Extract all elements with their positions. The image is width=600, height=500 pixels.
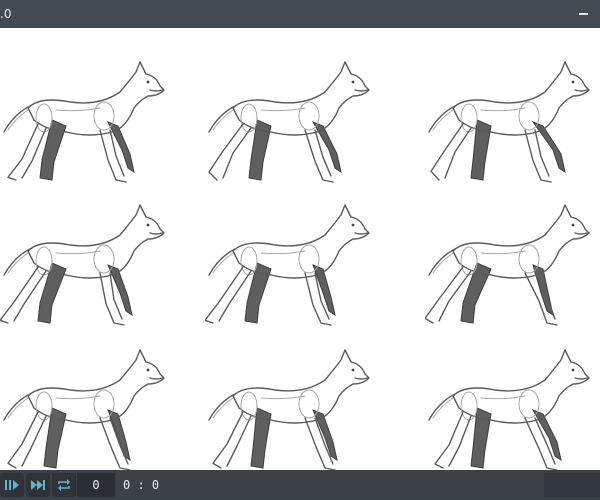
dog-sketch (3, 61, 165, 183)
timeline-panel (544, 473, 600, 497)
next-frame-button[interactable] (26, 473, 50, 497)
dog-sketch (208, 349, 370, 470)
dog-sketch (205, 204, 370, 326)
dog-sketch (428, 349, 590, 470)
dog-sketch (3, 349, 165, 470)
dog-sketch (428, 61, 590, 183)
dog-sketch (208, 61, 370, 183)
skip-forward-icon (31, 480, 45, 490)
window-title: .0 (0, 7, 12, 21)
dog-sketch (425, 204, 590, 326)
timecode-display: 0 : 0 (123, 478, 160, 492)
frame-2 (205, 50, 405, 190)
frame-7 (0, 338, 200, 470)
play-pause-icon (5, 480, 19, 490)
frame-5 (205, 193, 405, 333)
frame-6 (425, 193, 600, 333)
frame-1 (0, 50, 200, 190)
animation-canvas (0, 28, 600, 470)
loop-icon (58, 479, 70, 491)
play-pause-button[interactable] (0, 473, 24, 497)
minimize-button[interactable] (576, 4, 592, 20)
frame-number-field[interactable]: 0 (77, 473, 115, 497)
frame-4 (0, 193, 200, 333)
frame-3 (425, 50, 600, 190)
frame-9 (425, 338, 600, 470)
loop-button[interactable] (52, 473, 76, 497)
minimize-icon (579, 13, 588, 15)
title-bar: .0 (0, 0, 600, 28)
frame-8 (205, 338, 405, 470)
playback-bar: 0 0 : 0 (0, 470, 600, 500)
dog-sketch (0, 204, 165, 326)
